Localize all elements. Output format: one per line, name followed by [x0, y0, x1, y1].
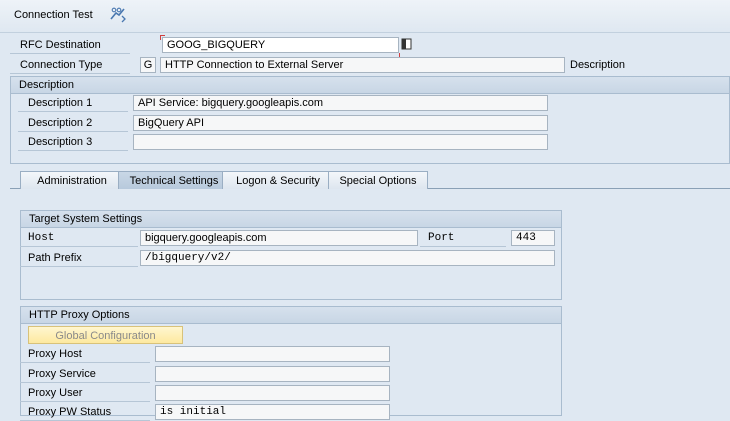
description-3-label: Description 3 [18, 134, 128, 151]
port-field[interactable]: 443 [511, 230, 555, 246]
path-prefix-field[interactable]: /bigquery/v2/ [140, 250, 555, 266]
proxy-group-title: HTTP Proxy Options [21, 307, 561, 324]
connection-test-button[interactable]: Connection Test [14, 9, 93, 21]
required-marker [160, 35, 165, 40]
port-label: Port [420, 230, 506, 247]
description-2-field[interactable]: BigQuery API [133, 115, 548, 131]
proxy-user-field[interactable] [155, 385, 390, 401]
description-1-field[interactable]: API Service: bigquery.googleapis.com [133, 95, 548, 111]
connection-type-code[interactable]: G [140, 57, 156, 73]
description-3-field[interactable] [133, 134, 548, 150]
tab-special-options[interactable]: Special Options [328, 171, 428, 189]
tab-technical-settings[interactable]: Technical Settings [118, 171, 230, 189]
proxy-pw-status-label: Proxy PW Status [20, 404, 150, 421]
rfc-destination-label: RFC Destination [10, 37, 130, 54]
proxy-service-label: Proxy Service [20, 366, 150, 383]
proxy-service-field[interactable] [155, 366, 390, 382]
description-1-label: Description 1 [18, 95, 128, 112]
tab-administration[interactable]: Administration [20, 171, 124, 189]
tab-logon-security[interactable]: Logon & Security [222, 171, 334, 189]
description-group-title: Description [11, 77, 729, 94]
path-prefix-label: Path Prefix [20, 250, 138, 267]
description-trailing-label: Description [570, 59, 626, 71]
toolbar: Connection Test [0, 0, 730, 33]
connection-type-description: HTTP Connection to External Server [160, 57, 565, 73]
proxy-user-label: Proxy User [20, 385, 150, 402]
global-configuration-button[interactable]: Global Configuration [28, 326, 183, 344]
target-system-group-title: Target System Settings [21, 211, 561, 228]
rfc-destination-field[interactable]: GOOG_BIGQUERY [162, 37, 399, 53]
proxy-host-field[interactable] [155, 346, 390, 362]
proxy-pw-status-field: is initial [155, 404, 390, 420]
value-help-icon[interactable] [401, 38, 413, 51]
test-connection-icon[interactable] [108, 7, 128, 23]
tab-strip: Administration Technical Settings Logon … [14, 171, 730, 189]
description-2-label: Description 2 [18, 115, 128, 132]
host-label: Host [20, 230, 138, 247]
host-field[interactable]: bigquery.googleapis.com [140, 230, 418, 246]
connection-type-label: Connection Type [10, 57, 130, 74]
proxy-host-label: Proxy Host [20, 346, 150, 363]
